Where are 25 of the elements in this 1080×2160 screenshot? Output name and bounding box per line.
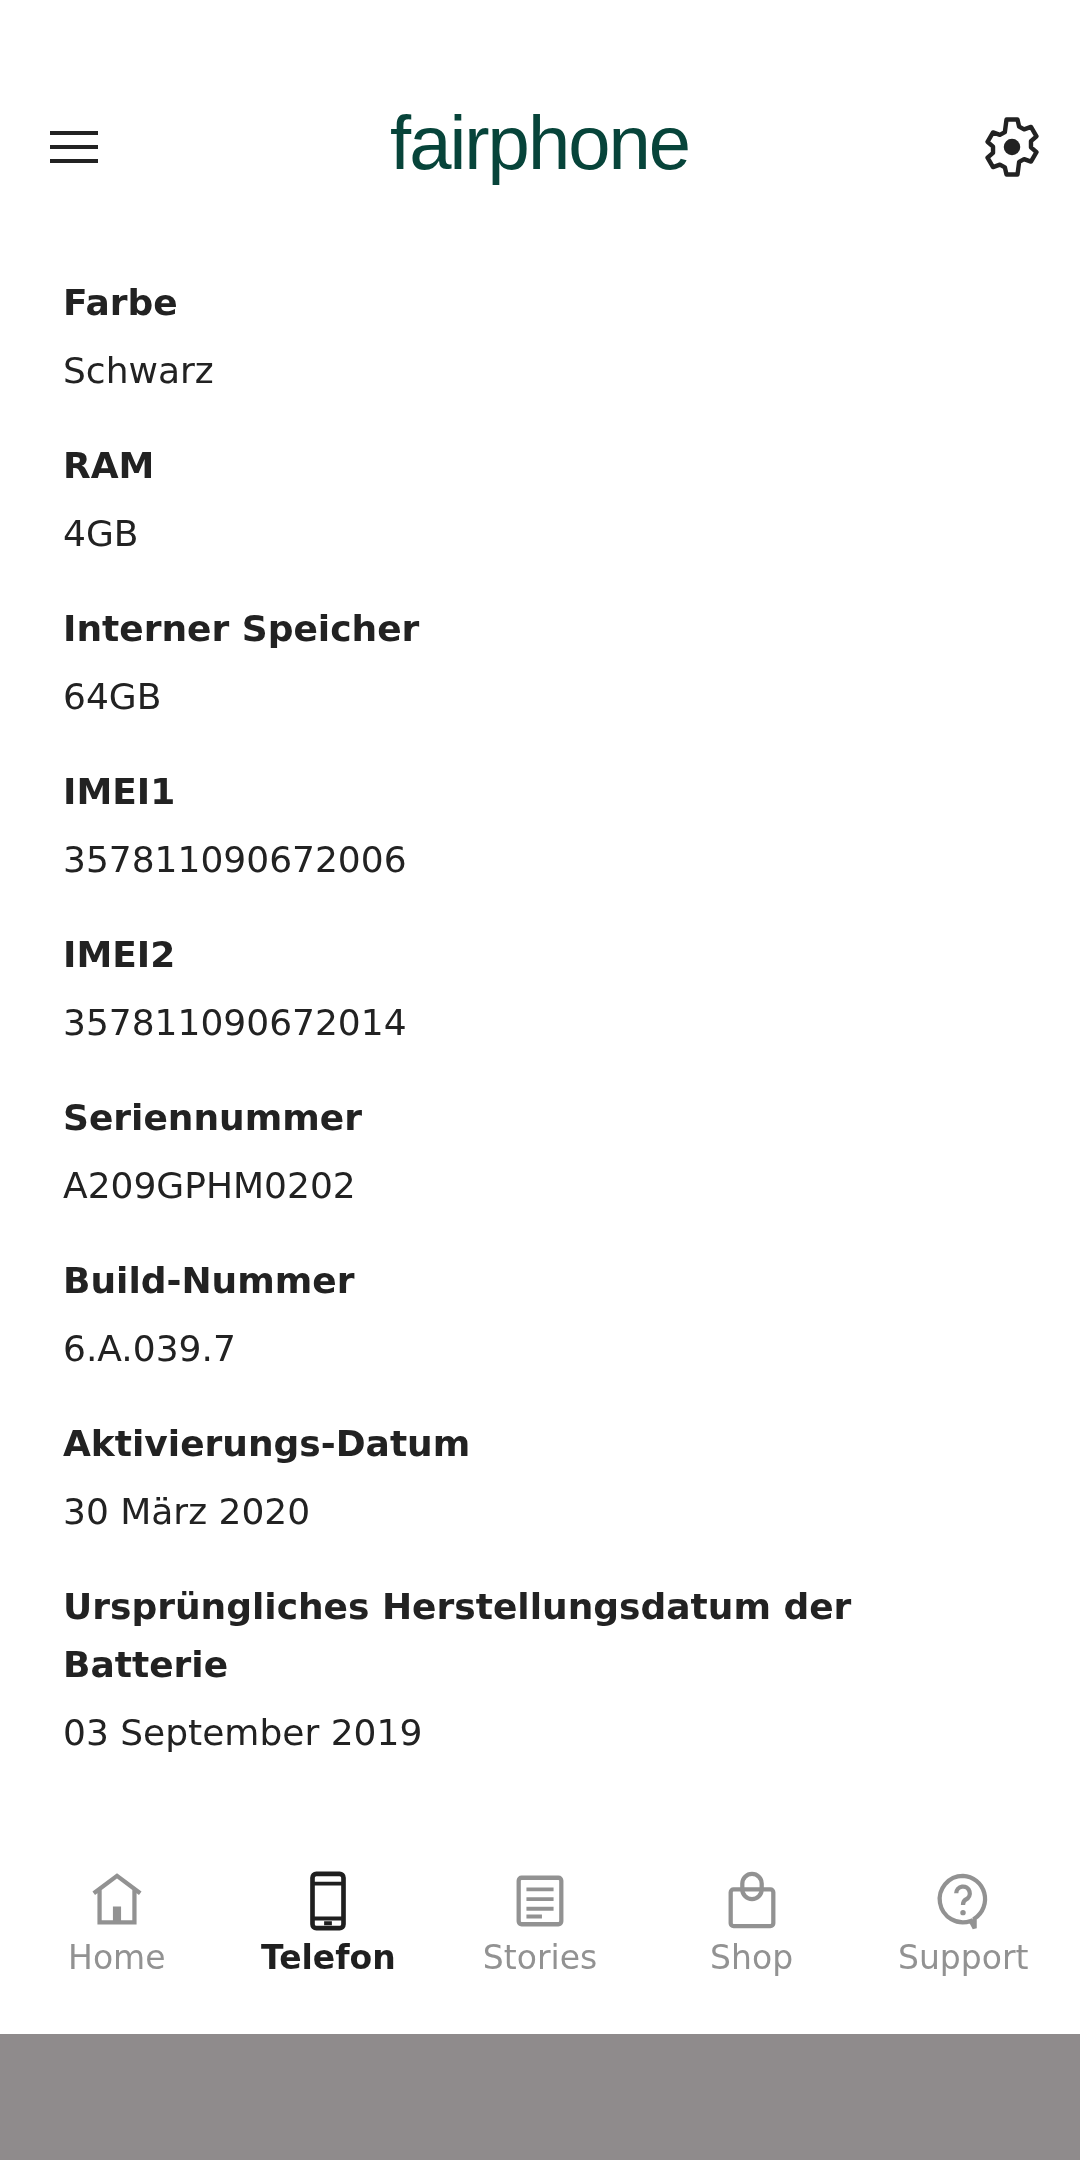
detail-label: RAM (63, 444, 156, 488)
nav-tab[interactable]: Shop (710, 1864, 794, 1986)
logo: fairphone (390, 105, 689, 187)
nav-tab[interactable]: Telefon (261, 1864, 396, 1986)
detail-value: 64GB (63, 675, 163, 719)
detail-value: 03 September 2019 (63, 1711, 424, 1755)
detail-label: Aktivierungs-Datum (63, 1422, 472, 1466)
detail-label: Seriennummer (63, 1096, 363, 1140)
detail-value: 357811090672014 (63, 1001, 408, 1045)
detail-label: Farbe (63, 281, 179, 325)
nav-tab[interactable]: Stories (482, 1864, 598, 1986)
detail-value: 6.A.039.7 (63, 1327, 237, 1371)
detail-value: A209GPHM0202 (63, 1164, 357, 1208)
detail-label: Interner Speicher (63, 607, 421, 651)
nav-tab[interactable]: Support (897, 1864, 1029, 1986)
detail-value: Schwarz (63, 349, 215, 393)
detail-label: Build-Nummer (63, 1259, 356, 1303)
detail-value: 357811090672006 (63, 838, 408, 882)
detail-label: IMEI1 (63, 770, 177, 814)
detail-label: IMEI2 (63, 933, 177, 977)
detail-value: 4GB (63, 512, 140, 556)
detail-value: 30 März 2020 (63, 1490, 312, 1534)
nav-tab[interactable]: Home (68, 1864, 166, 1986)
detail-label: Ursprüngliches Herstellungsdatum der Batterie (63, 1585, 853, 1687)
menu-icon[interactable] (48, 130, 100, 164)
